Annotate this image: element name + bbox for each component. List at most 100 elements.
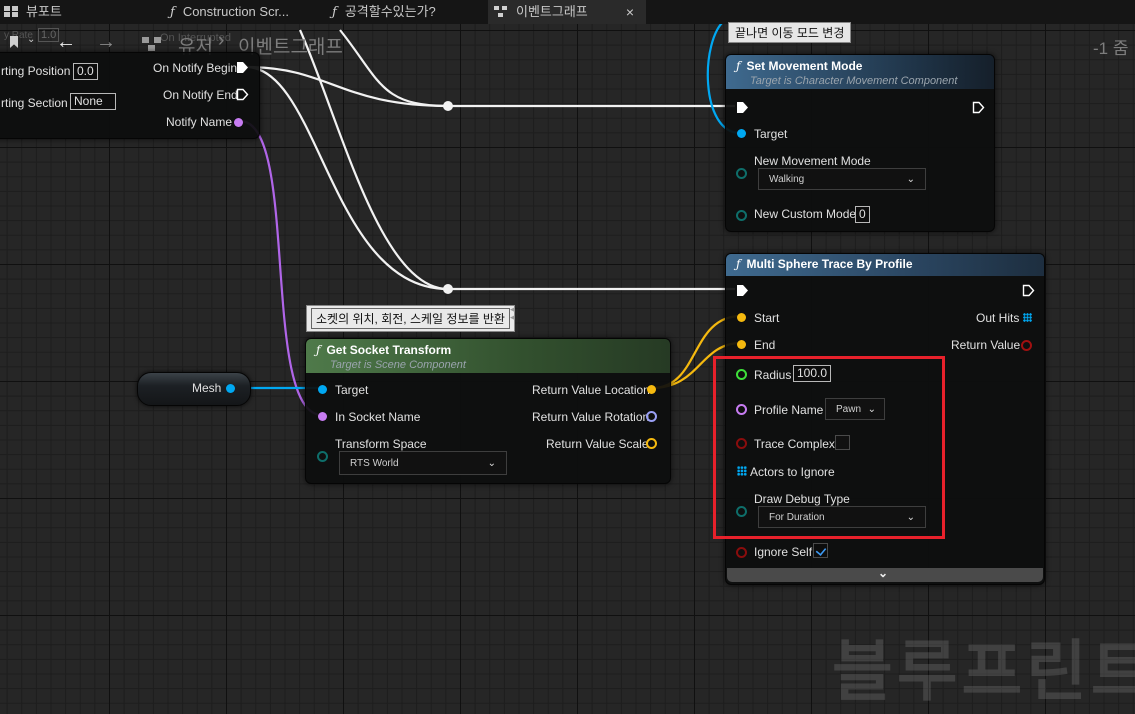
- back-arrow-icon[interactable]: ←: [56, 31, 76, 54]
- highlight-box: [713, 356, 945, 539]
- node-subtitle: Target is Scene Component: [330, 359, 466, 371]
- target-input-pin[interactable]: [737, 129, 746, 138]
- dropdown-value: RTS World: [350, 458, 399, 469]
- graph-hierarchy-icon: [142, 37, 162, 51]
- exec-output-pin-notify-end[interactable]: [236, 88, 249, 101]
- bookmark-icon[interactable]: [10, 36, 18, 48]
- return-location-output-pin[interactable]: [647, 385, 656, 394]
- starting-position-label: rting Position: [1, 64, 71, 78]
- starting-section-label: rting Section: [1, 96, 68, 110]
- node-header: ƒ Multi Sphere Trace By Profile: [726, 254, 1044, 276]
- node-header: ƒ Set Movement Mode Target is Character M…: [726, 55, 994, 89]
- custom-mode-input-pin[interactable]: [736, 210, 747, 221]
- chevron-down-icon: ⌄: [487, 458, 496, 469]
- end-label: End: [754, 338, 776, 352]
- dropdown-value: Walking: [769, 174, 805, 185]
- return-location-label: Return Value Location: [532, 383, 650, 397]
- function-icon: ƒ: [736, 59, 741, 73]
- tab-event-graph[interactable]: 이벤트그래프 ×: [488, 0, 646, 24]
- start-label: Start: [754, 311, 780, 325]
- node-header: ƒ Get Socket Transform Target is Scene Co…: [306, 339, 670, 373]
- node-subtitle: Target is Character Movement Component: [750, 75, 958, 87]
- viewport-grid-icon: [4, 6, 18, 17]
- transform-space-input-pin[interactable]: [317, 451, 328, 462]
- event-graph-icon: [494, 6, 507, 17]
- exec-output-pin[interactable]: [972, 101, 985, 114]
- movement-mode-dropdown[interactable]: Walking ⌄: [758, 168, 926, 190]
- exec-wire-begin-to-reroute-a: [245, 65, 449, 108]
- chevron-down-icon: ⌄: [906, 174, 915, 185]
- new-movement-mode-label: New Movement Mode: [754, 154, 871, 168]
- return-rotation-label: Return Value Rotation: [532, 410, 650, 424]
- breadcrumb-separator: ›: [218, 30, 225, 51]
- notify-name-label: Notify Name: [166, 115, 233, 129]
- on-notify-end-label: On Notify End: [163, 88, 238, 102]
- exec-output-pin-notify-begin[interactable]: [236, 61, 249, 74]
- play-montage-node[interactable]: rting Position 0.0 rting Section None On…: [0, 52, 260, 139]
- array-pin-icon[interactable]: [1023, 313, 1032, 322]
- function-icon: ƒ: [170, 5, 175, 20]
- starting-section-input[interactable]: None: [70, 93, 116, 110]
- ignore-self-checkbox[interactable]: [813, 543, 828, 558]
- blueprint-watermark: 블루프린트: [832, 634, 1135, 708]
- set-movement-mode-node[interactable]: ƒ Set Movement Mode Target is Character M…: [725, 54, 995, 232]
- enum-input-pin[interactable]: [736, 168, 747, 179]
- target-input-pin[interactable]: [318, 385, 327, 394]
- mesh-label: Mesh: [192, 381, 222, 395]
- exec-output-pin[interactable]: [1022, 284, 1035, 297]
- in-socket-name-input-pin[interactable]: [318, 412, 327, 421]
- target-label: Target: [335, 383, 369, 397]
- ignore-self-input-pin[interactable]: [736, 547, 747, 558]
- node-title: ƒ Get Socket Transform: [316, 343, 452, 357]
- exec-wire-begin-to-reroute-b: [245, 65, 449, 291]
- tab-can-attack[interactable]: ƒ 공격할수있는가?: [332, 0, 436, 24]
- exec-input-pin[interactable]: [736, 101, 749, 114]
- node-title: ƒ Set Movement Mode: [736, 59, 863, 73]
- comment-pin-icon[interactable]: ◂ ◂: [510, 305, 515, 322]
- mesh-variable-node[interactable]: Mesh: [137, 372, 251, 406]
- zoom-level: -1 줌: [1093, 39, 1129, 58]
- checkmark-icon: [815, 545, 827, 556]
- on-notify-begin-label: On Notify Begin: [153, 61, 238, 75]
- function-icon: ƒ: [736, 257, 741, 271]
- return-value-label: Return Value: [951, 338, 1021, 352]
- comment-text: 소켓의 위치, 회전, 스케일 정보를 반환: [311, 308, 510, 329]
- reroute-node-b: [443, 284, 453, 294]
- return-value-output-pin[interactable]: [1021, 340, 1032, 351]
- function-icon: ƒ: [332, 5, 337, 20]
- mesh-output-pin[interactable]: [226, 384, 235, 393]
- chevron-down-icon[interactable]: ⌄: [27, 34, 35, 45]
- function-icon: ƒ: [316, 343, 321, 357]
- close-icon[interactable]: ×: [626, 0, 634, 24]
- transform-space-dropdown[interactable]: RTS World ⌄: [339, 451, 507, 475]
- tab-label: 공격할수있는가?: [344, 4, 436, 19]
- tab-label: 뷰포트: [26, 4, 62, 19]
- starting-position-input[interactable]: 0.0: [73, 63, 98, 80]
- start-input-pin[interactable]: [737, 313, 746, 322]
- return-scale-label: Return Value Scale: [546, 437, 649, 451]
- advanced-display-toggle[interactable]: ⌄: [727, 566, 1043, 582]
- target-label: Target: [754, 127, 788, 141]
- new-custom-mode-label: New Custom Mode: [754, 207, 857, 221]
- return-scale-output-pin[interactable]: [646, 438, 657, 449]
- end-input-pin[interactable]: [737, 340, 746, 349]
- notify-name-output-pin[interactable]: [234, 118, 243, 127]
- tab-label: 이벤트그래프: [516, 4, 588, 19]
- ignore-self-label: Ignore Self: [754, 545, 813, 559]
- reroute-node-a: [443, 101, 453, 111]
- node-title: ƒ Multi Sphere Trace By Profile: [736, 257, 913, 271]
- movement-comment-bubble: 끝나면 이동 모드 변경: [728, 22, 852, 43]
- exec-input-pin[interactable]: [736, 284, 749, 297]
- tab-construction-script[interactable]: ƒ Construction Scr...: [170, 0, 289, 24]
- custom-mode-input[interactable]: 0: [855, 206, 870, 223]
- get-socket-transform-node[interactable]: ƒ Get Socket Transform Target is Scene Co…: [305, 338, 671, 484]
- forward-arrow-icon[interactable]: →: [96, 31, 116, 54]
- tab-viewport[interactable]: 뷰포트: [4, 0, 62, 24]
- return-rotation-output-pin[interactable]: [646, 411, 657, 422]
- socket-comment-bubble: 소켓의 위치, 회전, 스케일 정보를 반환: [306, 305, 515, 332]
- comment-text: 끝나면 이동 모드 변경: [735, 26, 845, 40]
- in-socket-name-label: In Socket Name: [335, 410, 421, 424]
- chevron-down-icon: ⌄: [878, 566, 889, 580]
- tab-bar: 뷰포트 ƒ Construction Scr... ƒ 공격할수있는가? 이벤트그래…: [0, 0, 1135, 24]
- out-hits-label: Out Hits: [976, 311, 1020, 325]
